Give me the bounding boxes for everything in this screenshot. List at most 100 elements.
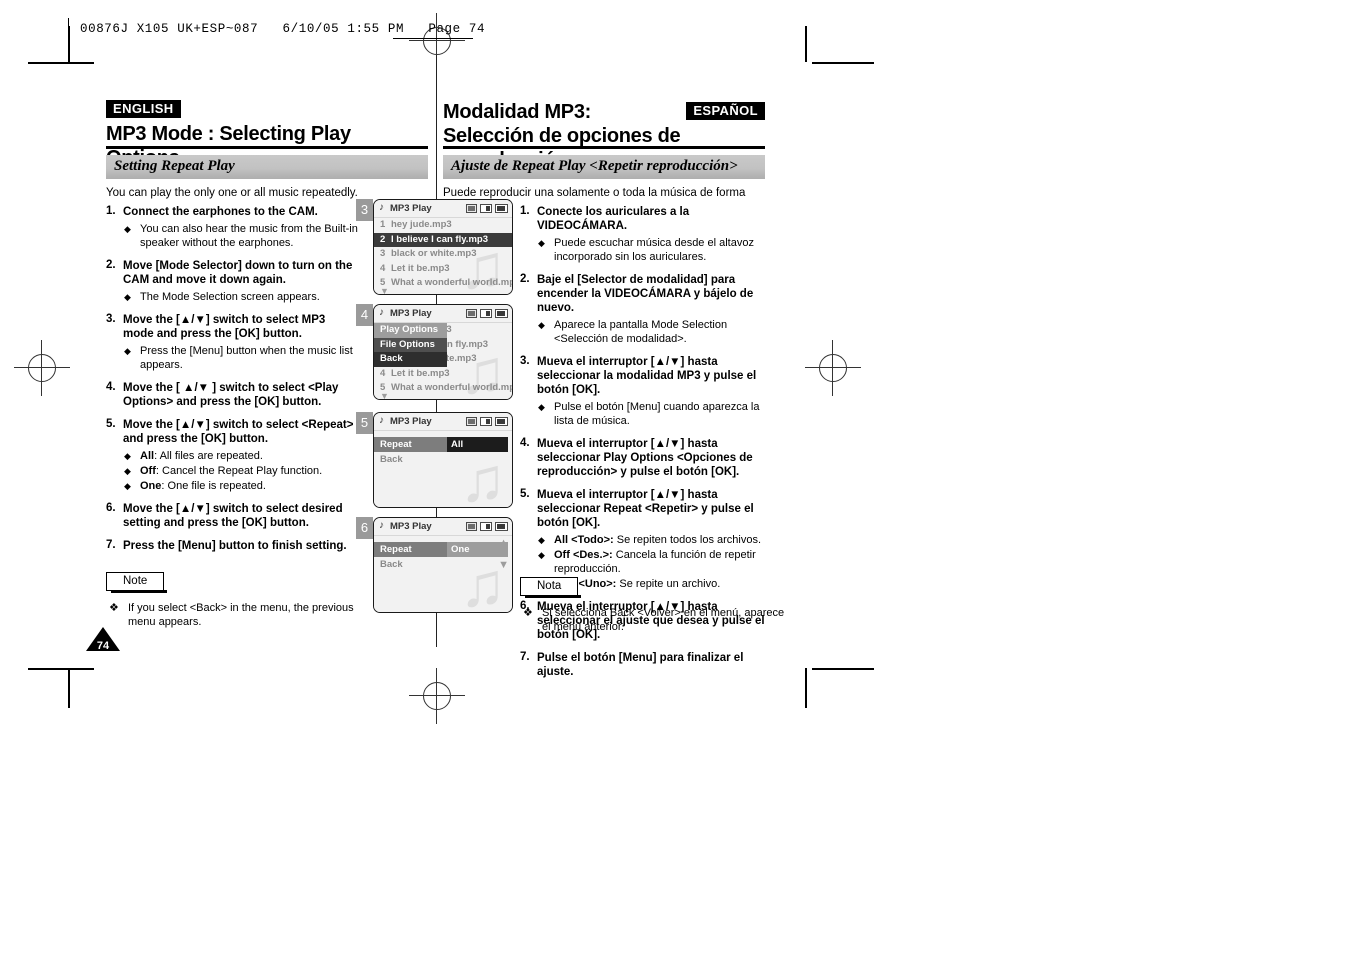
list-item: 1. Connect the earphones to the CAM. ◆ Yo… bbox=[106, 205, 358, 250]
list-item: 3. Mueva el interruptor [▲/▼] hasta sele… bbox=[520, 355, 772, 428]
step-sublist: ◆ Pulse el botón [Menu] cuando aparezca l… bbox=[537, 400, 772, 428]
lcd-titlebar-5: ♪ MP3 Play bbox=[374, 413, 512, 431]
list-item: 2. Baje el [Selector de modalidad] para … bbox=[520, 273, 772, 346]
lcd-titlebar-4: ♪ MP3 Play bbox=[374, 305, 512, 323]
list-item[interactable]: 5 What a wonderful world.mp3 bbox=[374, 381, 512, 396]
nota-text: Si selecciona Back <Volver> en el menú, … bbox=[542, 607, 785, 633]
list-item: 2. Move [Mode Selector] down to turn on … bbox=[106, 259, 358, 304]
scroll-up-icon[interactable]: ▲ bbox=[498, 538, 509, 549]
menu-item-back[interactable]: Back bbox=[374, 352, 447, 367]
step-sublist: ◆ Aparece la pantalla Mode Selection <Sel… bbox=[537, 318, 772, 346]
track-name: What a wonderful world.mp3 bbox=[391, 277, 513, 288]
lcd-frame-5: ♪ MP3 Play ♫ Repeat All Back bbox=[373, 412, 513, 508]
music-note-icon: ♪ bbox=[379, 307, 384, 318]
battery-icon bbox=[495, 416, 508, 426]
crop-mark-bottom-right-v bbox=[805, 668, 807, 708]
lcd-frame-6: ♪ MP3 Play ♫ ▲ ▼ Repeat One Back bbox=[373, 517, 513, 613]
sub-text: Puede escuchar música desde el altavoz i… bbox=[554, 237, 754, 263]
menu-item-play-options[interactable]: Play Options bbox=[374, 323, 447, 338]
step-text: Move the [▲/▼] switch to select MP3 mode… bbox=[123, 314, 326, 340]
lcd-list-4: ♫ 1hey jude.mp3 2I believe I can fly.mp3… bbox=[374, 323, 512, 400]
list-item: 7. Press the [Menu] button to finish set… bbox=[106, 539, 358, 553]
english-title-rule bbox=[106, 146, 428, 149]
spanish-lang-tag: ESPAÑOL bbox=[686, 102, 765, 120]
diamond-bullet-icon: ◆ bbox=[538, 550, 545, 560]
english-note-block: Note ❖ If you select <Back> in the menu,… bbox=[106, 571, 366, 629]
track-name: What a wonderful world.mp3 bbox=[391, 382, 513, 393]
step-number: 1. bbox=[106, 205, 116, 217]
step-text: Move the [ ▲/▼ ] switch to select <Play … bbox=[123, 382, 339, 408]
step-number: 3. bbox=[106, 313, 116, 325]
crop-mark-top-left-h bbox=[28, 62, 94, 64]
screen-number-3: 3 bbox=[356, 199, 373, 221]
list-item[interactable]: 4 Let it be.mp3 bbox=[374, 262, 512, 277]
audio-mode-icon bbox=[466, 521, 477, 531]
memory-card-icon bbox=[480, 416, 492, 426]
step-number: 2. bbox=[520, 273, 530, 285]
step-text: Move [Mode Selector] down to turn on the… bbox=[123, 260, 353, 286]
list-item: 7. Pulse el botón [Menu] para finalizar … bbox=[520, 651, 772, 679]
setting-row-repeat[interactable]: Repeat One bbox=[374, 542, 512, 557]
list-item: 5. Move the [▲/▼] switch to select <Repe… bbox=[106, 418, 358, 493]
note-label-box: Note bbox=[106, 572, 168, 593]
play-options-popup-menu: Play Options File Options Back bbox=[374, 323, 447, 367]
track-index: 2 bbox=[380, 233, 386, 245]
setting-label-repeat: Repeat bbox=[374, 542, 447, 557]
track-index: 4 bbox=[380, 367, 386, 379]
step-sublist: ◆ All: All files are repeated. ◆ Off: Canc… bbox=[123, 449, 358, 493]
nota-box-shadow bbox=[525, 595, 582, 598]
scroll-down-icon[interactable]: ▼ bbox=[498, 560, 509, 571]
track-index: 1 bbox=[380, 219, 386, 230]
setting-row-back[interactable]: Back bbox=[374, 452, 512, 467]
registration-mark-right bbox=[805, 340, 861, 396]
status-icon-group bbox=[466, 308, 508, 318]
list-item[interactable]: 1 hey jude.mp3 bbox=[374, 218, 512, 233]
note-item: ❖ If you select <Back> in the menu, the … bbox=[106, 601, 366, 629]
nota-label: Nota bbox=[537, 580, 562, 592]
list-item: ◆ Pulse el botón [Menu] cuando aparezca l… bbox=[537, 400, 772, 428]
crop-mark-top-right-h bbox=[812, 62, 874, 64]
lcd-title-4: MP3 Play bbox=[390, 308, 432, 319]
step-text: Mueva el interruptor [▲/▼] hasta selecci… bbox=[537, 438, 753, 478]
list-item[interactable]: 2 I believe I can fly.mp3 bbox=[374, 232, 512, 247]
track-name: Let it be.mp3 bbox=[391, 262, 450, 274]
menu-item-file-options[interactable]: File Options bbox=[374, 337, 447, 352]
step-number: 1. bbox=[520, 205, 530, 217]
list-item: ◆ Puede escuchar música desde el altavoz … bbox=[537, 236, 772, 264]
step-number: 2. bbox=[106, 259, 116, 271]
setting-row-repeat[interactable]: Repeat All bbox=[374, 437, 512, 452]
diamond-bullet-icon: ◆ bbox=[538, 238, 545, 248]
lcd-titlebar-3: ♪ MP3 Play bbox=[374, 200, 512, 218]
list-item: ◆ Off <Des.>: Cancela la función de repet… bbox=[537, 548, 772, 576]
spanish-section-header: Ajuste de Repeat Play <Repetir reproducc… bbox=[443, 155, 765, 179]
list-item[interactable]: 3 black or white.mp3 bbox=[374, 247, 512, 262]
step-sublist: ◆ Puede escuchar música desde el altavoz … bbox=[537, 236, 772, 264]
list-item: ◆ Aparece la pantalla Mode Selection <Sel… bbox=[537, 318, 772, 346]
battery-icon bbox=[495, 308, 508, 318]
scroll-down-icon[interactable]: ▼ bbox=[380, 392, 389, 400]
scroll-down-icon[interactable]: ▼ bbox=[380, 287, 389, 295]
lcd-title-5: MP3 Play bbox=[390, 416, 432, 427]
diamond-bullet-icon: ◆ bbox=[124, 481, 131, 491]
step-text: Baje el [Selector de modalidad] para enc… bbox=[537, 274, 754, 314]
crop-mark-bottom-right-h bbox=[812, 668, 874, 670]
english-steps-list: 1. Connect the earphones to the CAM. ◆ Yo… bbox=[106, 205, 358, 562]
setting-label-back: Back bbox=[380, 559, 403, 570]
lcd-frame-3: ♪ MP3 Play ♫ 1 hey jude.mp3 2I believe I … bbox=[373, 199, 513, 295]
step-number: 7. bbox=[106, 539, 116, 551]
list-item[interactable]: 5 What a wonderful world.mp3 bbox=[374, 276, 512, 291]
list-item: 1. Conecte los auriculares a la VIDEOCÁM… bbox=[520, 205, 772, 264]
list-item: 6. Move the [▲/▼] switch to select desir… bbox=[106, 502, 358, 530]
crop-mark-bottom-left-h bbox=[28, 668, 94, 670]
memory-card-icon bbox=[480, 203, 492, 213]
music-note-icon: ♪ bbox=[379, 202, 384, 213]
note-bullet-icon: ❖ bbox=[523, 607, 533, 619]
sub-bold: Off <Des.>: bbox=[554, 549, 613, 561]
setting-row-back[interactable]: Back bbox=[374, 557, 512, 572]
note-label: Note bbox=[123, 575, 148, 587]
sub-text: : Cancel the Repeat Play function. bbox=[155, 465, 323, 477]
list-item[interactable]: 4 Let it be.mp3 bbox=[374, 367, 512, 382]
crop-mark-top-right-v bbox=[805, 26, 807, 62]
music-note-icon: ♪ bbox=[379, 415, 384, 426]
setting-label-back: Back bbox=[380, 454, 403, 465]
